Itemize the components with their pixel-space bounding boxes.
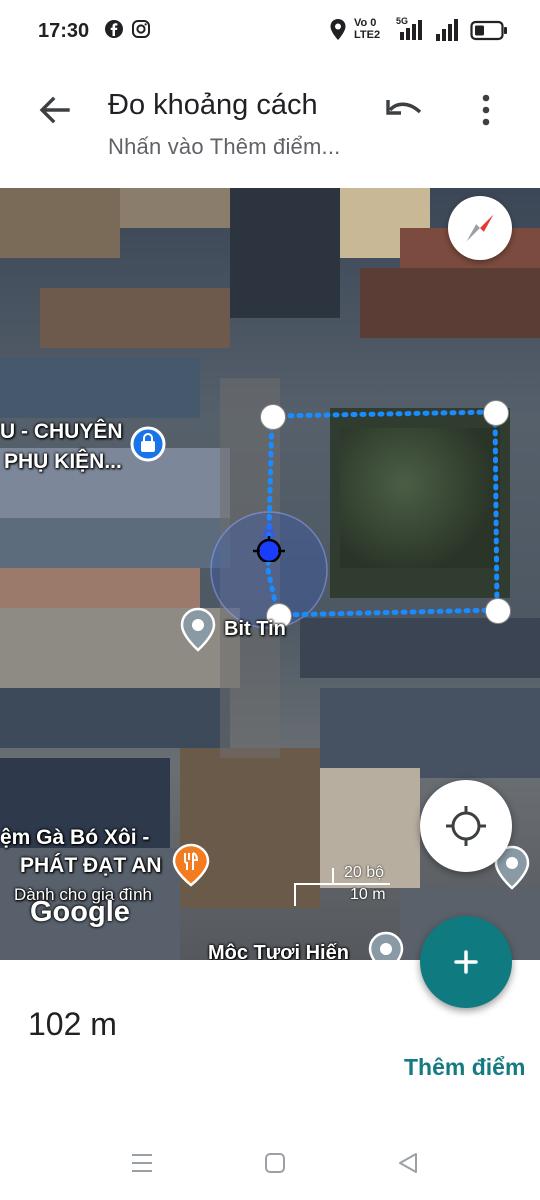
- instagram-icon: [132, 20, 150, 38]
- map-label-moc: Mộc Tươi Hiến: [208, 942, 349, 960]
- my-location-button[interactable]: [420, 780, 512, 872]
- current-location-icon: [253, 520, 285, 562]
- signal-5g-icon: [400, 20, 422, 40]
- location-pin-icon: [330, 19, 346, 40]
- map-label-shop-1: U - CHUYÊN: [0, 420, 123, 443]
- home-icon[interactable]: [263, 1151, 287, 1175]
- scale-top-label: 20 bộ: [344, 864, 385, 881]
- google-logo: Google: [30, 896, 130, 928]
- page-title: Đo khoảng cách: [108, 89, 318, 121]
- signal-bars-icon: [436, 19, 458, 41]
- page-subtitle: Nhấn vào Thêm điểm...: [108, 134, 341, 159]
- crosshair-icon: [446, 806, 486, 846]
- place-pin-icon[interactable]: [178, 606, 218, 654]
- network-label-lte: LTE: [354, 29, 374, 41]
- app-bar: Đo khoảng cách Nhấn vào Thêm điểm...: [0, 62, 540, 188]
- compass-icon: [465, 213, 495, 243]
- plus-icon: [454, 950, 478, 974]
- menu-icon[interactable]: [130, 1152, 154, 1174]
- measure-point[interactable]: [485, 598, 511, 624]
- measure-point[interactable]: [483, 400, 509, 426]
- measure-point[interactable]: [260, 404, 286, 430]
- network-indicator: Vo 0 LTE2: [354, 17, 381, 41]
- map-label-food-1: ệm Gà Bó Xôi -: [0, 826, 150, 849]
- shopping-bag-pin-icon[interactable]: [130, 426, 166, 466]
- map-label-bit: Bit Tin: [224, 618, 286, 640]
- map-scale: 20 bộ 10 m: [292, 864, 392, 912]
- undo-icon[interactable]: [384, 92, 428, 128]
- add-point-fab[interactable]: [420, 916, 512, 1008]
- more-options-icon[interactable]: [474, 90, 498, 130]
- distance-value: 102 m: [28, 1006, 117, 1042]
- status-time: 17:30: [38, 20, 90, 42]
- back-nav-icon[interactable]: [396, 1151, 420, 1175]
- compass-button[interactable]: [448, 196, 512, 260]
- map-label-shop-2: PHỤ KIỆN...: [4, 450, 122, 473]
- system-nav-bar: [0, 1130, 540, 1200]
- battery-icon: [470, 20, 507, 41]
- facebook-icon: [105, 20, 123, 38]
- network-label-vo: Vo: [354, 17, 368, 29]
- restaurant-pin-icon[interactable]: [170, 842, 212, 888]
- map-label-food-2: PHÁT ĐẠT AN: [20, 854, 162, 877]
- place-pin-icon[interactable]: [366, 930, 406, 960]
- scale-bottom-label: 10 m: [350, 886, 386, 903]
- add-point-button[interactable]: Thêm điểm: [404, 1054, 525, 1081]
- status-bar: 17:30 Vo 0 LTE2 5G: [0, 0, 540, 62]
- back-arrow-icon[interactable]: [34, 90, 74, 130]
